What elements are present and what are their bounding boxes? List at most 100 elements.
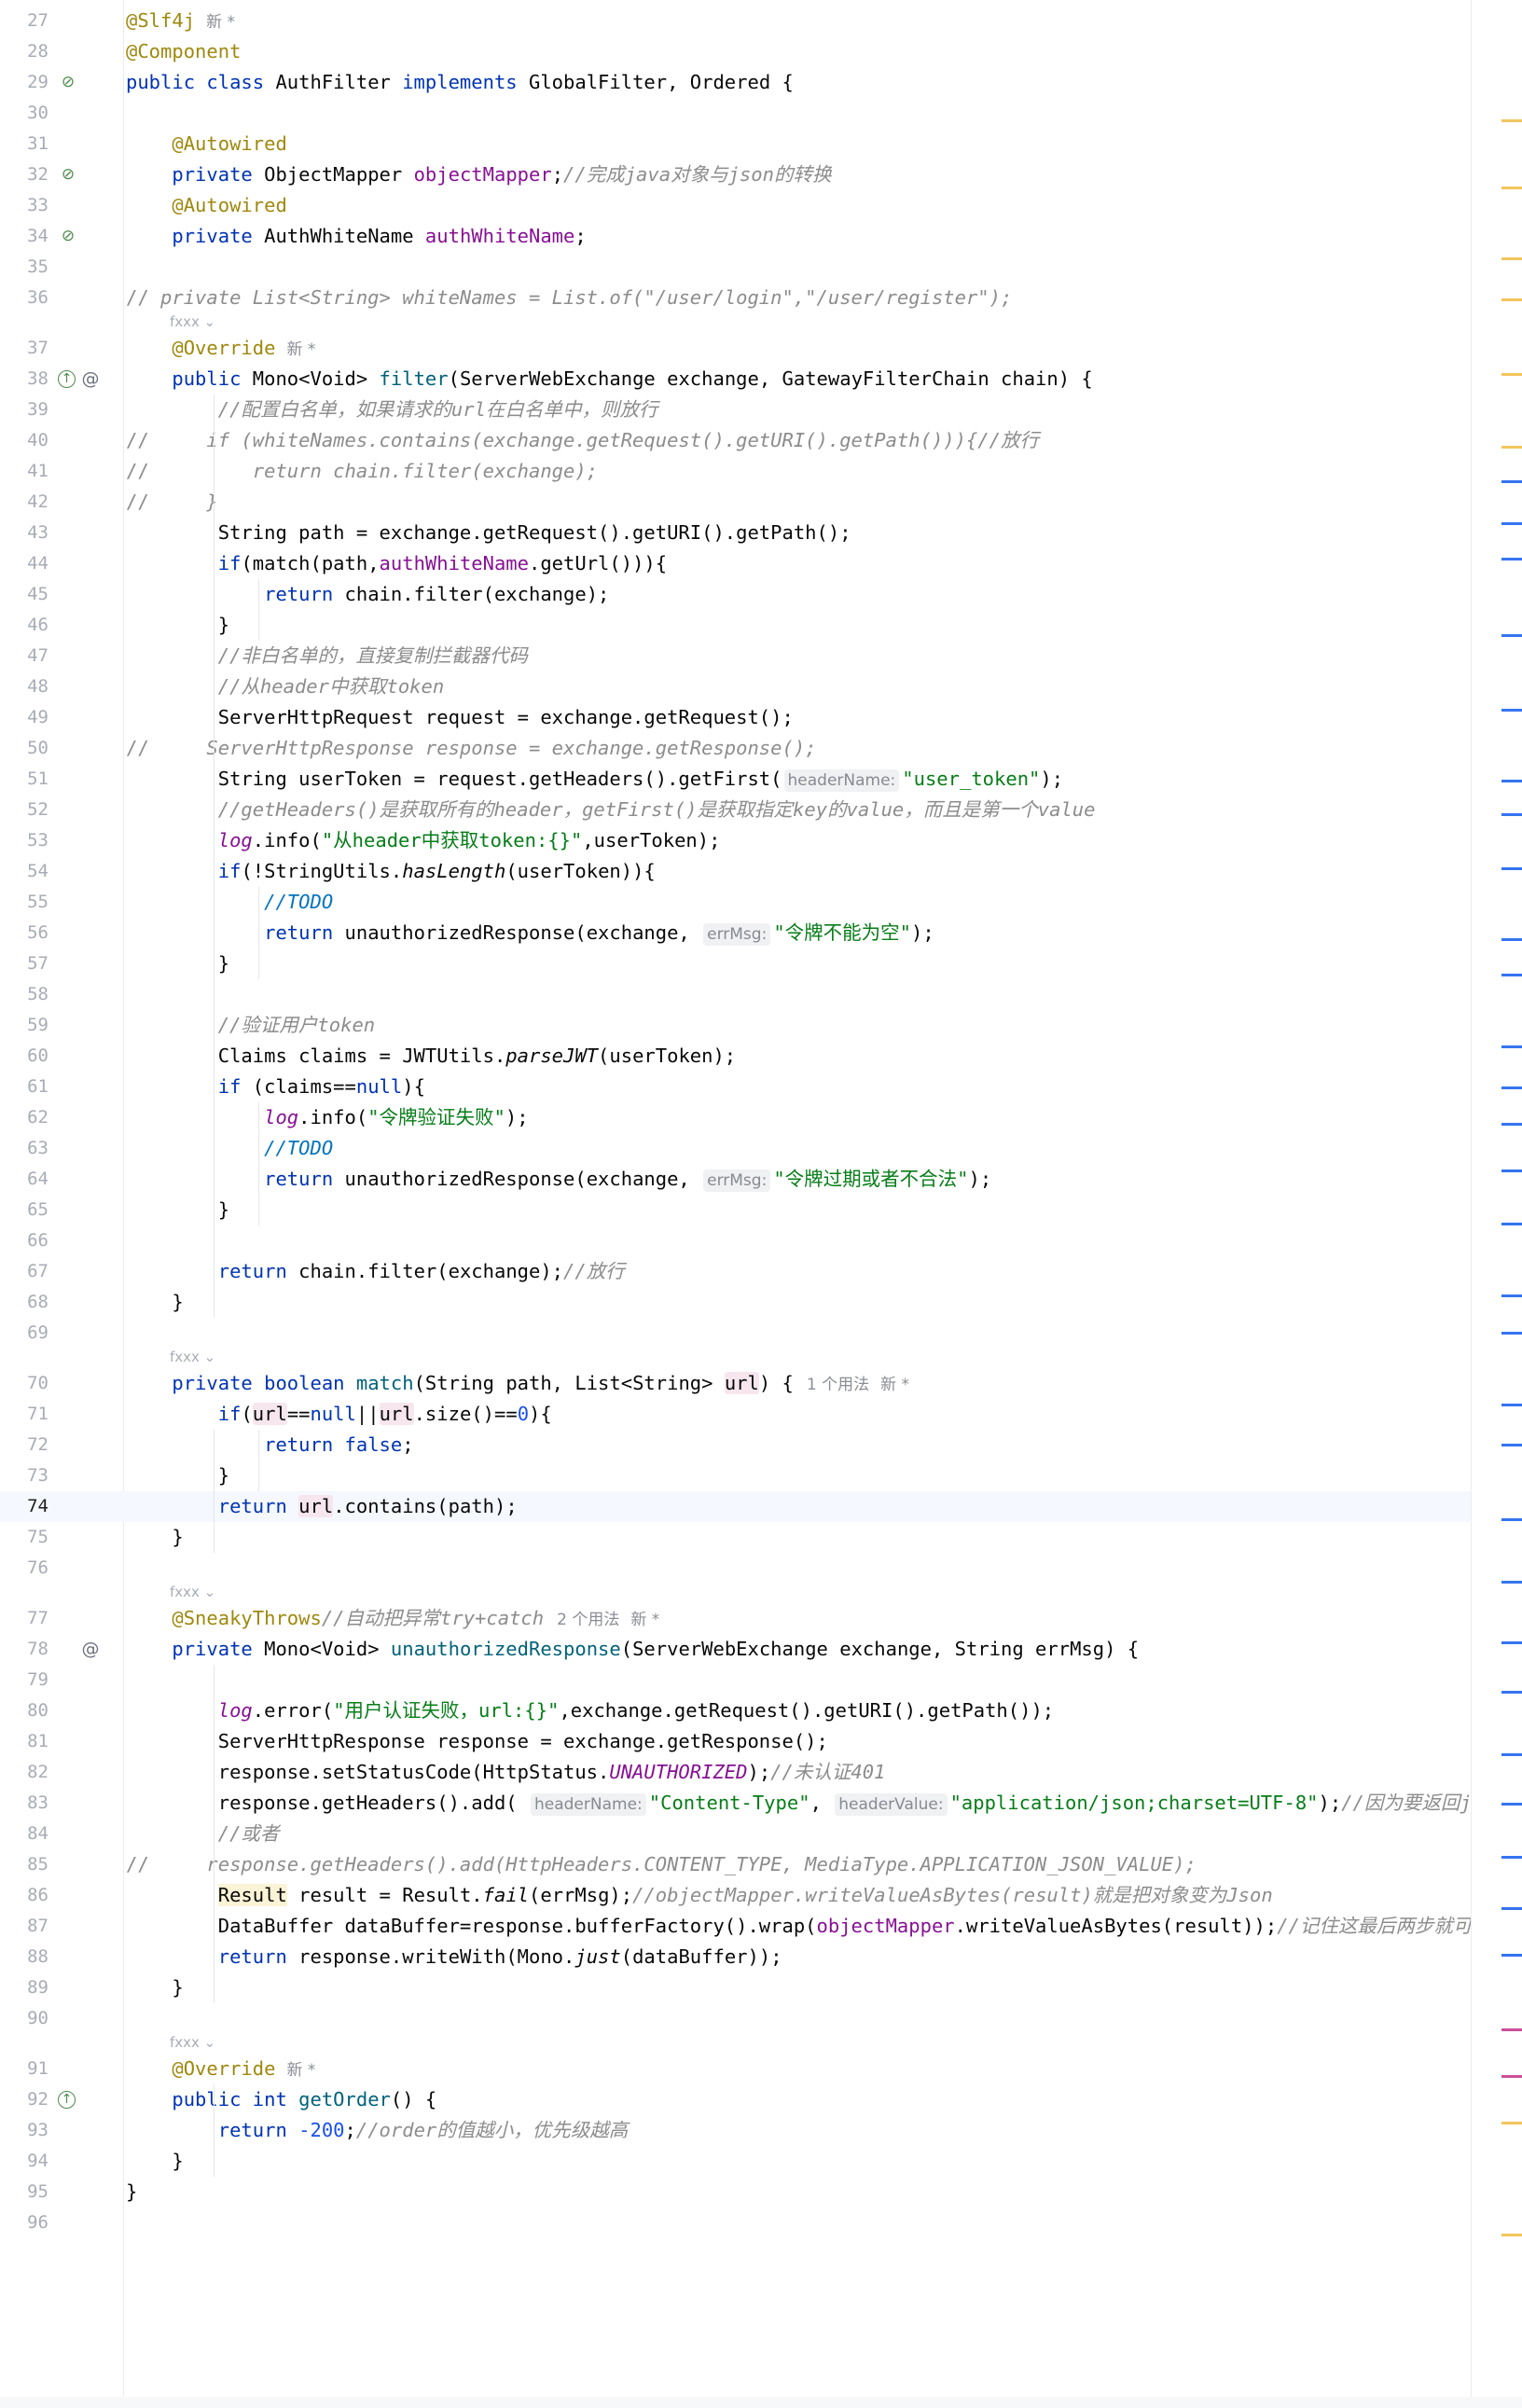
code-line[interactable]: 80 log.error("用户认证失败，url:{}",exchange.ge… xyxy=(0,1695,1515,1726)
code-line[interactable]: 82 response.setStatusCode(HttpStatus.UNA… xyxy=(0,1757,1515,1788)
line-number[interactable]: 60 xyxy=(0,1041,48,1072)
code-line[interactable]: 74 return url.contains(path); xyxy=(0,1491,1515,1522)
author-new-hint[interactable]: 新 * xyxy=(630,1611,659,1629)
code-text[interactable]: if (whiteNames.contains(exchange.getRequ… xyxy=(126,425,1039,456)
code-line[interactable]: 85// response.getHeaders().add(HttpHeade… xyxy=(0,1849,1515,1880)
code-text[interactable]: if(url==null||url.size()==0){ xyxy=(126,1399,552,1430)
code-text[interactable]: @Component xyxy=(126,36,241,67)
code-line[interactable]: 78 @ private Mono<Void> unauthorizedRespo… xyxy=(0,1634,1515,1665)
scrollbar-change-marker[interactable] xyxy=(1501,1518,1522,1521)
author-new-hint[interactable]: 新 * xyxy=(286,340,315,359)
scrollbar-change-marker[interactable] xyxy=(1501,2122,1522,2124)
code-line[interactable]: 52 //getHeaders()是获取所有的header，getFirst()… xyxy=(0,795,1515,825)
line-number[interactable]: 94 xyxy=(0,2146,48,2177)
code-line[interactable]: 35 xyxy=(0,252,1515,283)
scrollbar-change-marker[interactable] xyxy=(1501,709,1522,712)
code-line[interactable]: 73 } xyxy=(0,1460,1515,1491)
code-line[interactable]: 90 xyxy=(0,2003,1515,2034)
code-text[interactable]: response.getHeaders().add( headerName: "C… xyxy=(126,1788,1506,1819)
line-number[interactable]: 81 xyxy=(0,1726,48,1757)
code-line[interactable]: 75 } xyxy=(0,1522,1515,1553)
code-text[interactable]: } xyxy=(126,2177,137,2207)
scrollbar-change-marker[interactable] xyxy=(1501,1123,1522,1126)
line-number[interactable]: 63 xyxy=(0,1133,48,1164)
code-text[interactable]: //TODO xyxy=(126,1133,333,1164)
code-text[interactable]: @Override 新 * xyxy=(126,2054,315,2086)
line-number[interactable]: 57 xyxy=(0,948,48,979)
code-line[interactable]: 53 log.info("从header中获取token:{}",userTok… xyxy=(0,825,1515,856)
scrollbar-change-marker[interactable] xyxy=(1501,1332,1522,1335)
code-text[interactable]: return -200;//order的值越小，优先级越高 xyxy=(126,2115,629,2146)
line-number[interactable]: 49 xyxy=(0,702,48,733)
line-number[interactable]: 69 xyxy=(0,1318,48,1349)
author-new-hint[interactable]: 新 * xyxy=(880,1376,909,1394)
code-text[interactable]: return chain.filter(exchange); xyxy=(126,456,598,487)
line-number[interactable]: 47 xyxy=(0,641,48,671)
code-text[interactable]: String path = exchange.getRequest().getU… xyxy=(126,518,851,548)
code-text[interactable]: private AuthWhiteName authWhiteName; xyxy=(126,221,586,252)
scrollbar-change-marker[interactable] xyxy=(1501,1294,1522,1297)
scrollbar-change-marker[interactable] xyxy=(1501,1691,1522,1694)
scrollbar-change-marker[interactable] xyxy=(1501,2234,1522,2236)
code-line[interactable]: 50// ServerHttpResponse response = excha… xyxy=(0,733,1515,764)
line-number[interactable]: 66 xyxy=(0,1225,48,1256)
line-number[interactable]: 32 xyxy=(0,159,48,190)
line-number[interactable]: 91 xyxy=(0,2054,48,2084)
code-author-hint[interactable]: fxxx ⌄ xyxy=(170,1347,215,1367)
code-text[interactable]: //从header中获取token xyxy=(126,671,444,702)
code-author-hint[interactable]: fxxx ⌄ xyxy=(170,1582,215,1602)
code-text[interactable]: response.setStatusCode(HttpStatus.UNAUTH… xyxy=(126,1757,886,1788)
scrollbar-change-marker[interactable] xyxy=(1501,1444,1522,1446)
code-text[interactable]: Result result = Result.fail(errMsg);//ob… xyxy=(126,1880,1273,1911)
code-line[interactable]: 54 if(!StringUtils.hasLength(userToken))… xyxy=(0,856,1515,887)
code-text[interactable]: } xyxy=(126,487,217,518)
code-line[interactable]: 59 //验证用户token xyxy=(0,1010,1515,1041)
code-line[interactable]: 31 @Autowired xyxy=(0,129,1515,159)
line-number[interactable]: 31 xyxy=(0,129,48,159)
line-number[interactable]: 75 xyxy=(0,1522,48,1553)
code-line[interactable]: 68 } xyxy=(0,1287,1515,1318)
line-number[interactable]: 58 xyxy=(0,979,48,1010)
code-line[interactable]: 62 log.info("令牌验证失败"); xyxy=(0,1102,1515,1133)
line-number[interactable]: 43 xyxy=(0,518,48,548)
author-new-hint[interactable]: 新 * xyxy=(286,2061,315,2080)
code-text[interactable]: @Override 新 * xyxy=(126,333,315,366)
code-line[interactable]: 56 return unauthorizedResponse(exchange,… xyxy=(0,918,1515,948)
scrollbar-change-marker[interactable] xyxy=(1501,1223,1522,1225)
line-number[interactable]: 68 xyxy=(0,1287,48,1318)
code-line[interactable]: 77 @SneakyThrows//自动把异常try+catch 2 个用法新 * xyxy=(0,1603,1515,1634)
code-line[interactable]: 60 Claims claims = JWTUtils.parseJWT(use… xyxy=(0,1041,1515,1072)
line-number[interactable]: 46 xyxy=(0,610,48,641)
scrollbar-marker-track[interactable] xyxy=(1472,0,1522,2397)
line-number[interactable]: 80 xyxy=(0,1695,48,1726)
code-line[interactable]: 49 ServerHttpRequest request = exchange.… xyxy=(0,702,1515,733)
line-number[interactable]: 27 xyxy=(0,6,48,36)
spring-bean-icon[interactable]: ⊘ xyxy=(58,164,78,185)
scrollbar-change-marker[interactable] xyxy=(1501,2075,1522,2078)
code-line[interactable]: 30 xyxy=(0,98,1515,129)
code-line[interactable]: 58 xyxy=(0,979,1515,1010)
code-text[interactable]: Claims claims = JWTUtils.parseJWT(userTo… xyxy=(126,1041,736,1072)
scrollbar-change-marker[interactable] xyxy=(1501,119,1522,122)
code-line[interactable]: 76 xyxy=(0,1553,1515,1584)
code-line[interactable]: 43 String path = exchange.getRequest().g… xyxy=(0,518,1515,548)
line-number[interactable]: 48 xyxy=(0,671,48,702)
code-text[interactable]: @SneakyThrows//自动把异常try+catch 2 个用法新 * xyxy=(126,1603,659,1636)
code-text[interactable]: ServerHttpRequest request = exchange.get… xyxy=(126,702,794,733)
scrollbar-change-marker[interactable] xyxy=(1501,813,1522,816)
line-number[interactable]: 93 xyxy=(0,2115,48,2146)
code-line[interactable]: 88 return response.writeWith(Mono.just(d… xyxy=(0,1942,1515,1972)
code-text[interactable]: log.error("用户认证失败，url:{}",exchange.getRe… xyxy=(126,1695,1054,1726)
code-text[interactable]: private Mono<Void> unauthorizedResponse(… xyxy=(126,1634,1139,1665)
line-number[interactable]: 96 xyxy=(0,2207,48,2238)
line-number[interactable]: 92 xyxy=(0,2084,48,2115)
code-line[interactable]: 28 @Component xyxy=(0,36,1515,67)
code-line[interactable]: 95} xyxy=(0,2177,1515,2207)
code-line[interactable]: 33 @Autowired xyxy=(0,190,1515,221)
code-author-hint[interactable]: fxxx ⌄ xyxy=(170,311,215,332)
line-number[interactable]: 83 xyxy=(0,1788,48,1819)
usages-hint[interactable]: 2 个用法 xyxy=(557,1611,619,1629)
line-number[interactable]: 56 xyxy=(0,918,48,948)
line-number[interactable]: 42 xyxy=(0,487,48,518)
at-sign-icon[interactable]: @ xyxy=(80,368,101,389)
